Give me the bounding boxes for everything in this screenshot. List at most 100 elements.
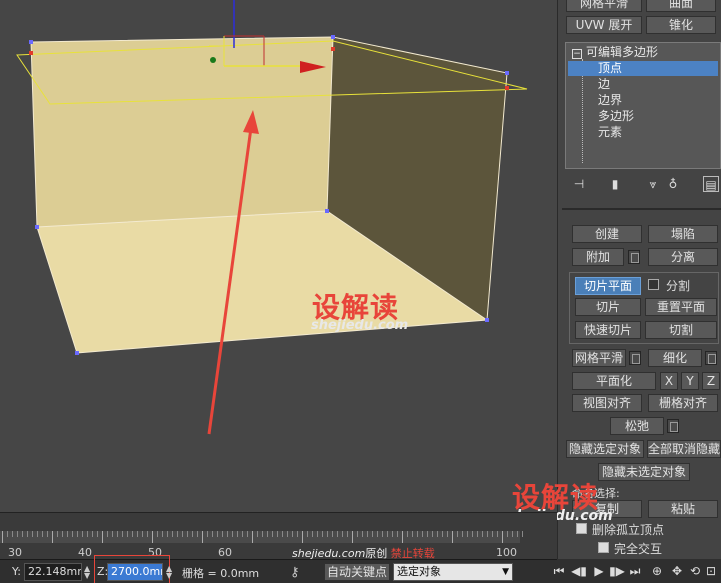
show-end-result-icon[interactable]: ▮ — [607, 176, 623, 192]
ruler-tick — [42, 531, 43, 537]
next-frame-icon[interactable]: ▮▶ — [609, 563, 625, 579]
ruler-tick — [442, 531, 443, 537]
uvw-unwrap-button[interactable]: UVW 展开 — [566, 16, 642, 34]
stack-item-element[interactable]: 元素 — [598, 125, 622, 140]
modifier-stack[interactable]: − 可编辑多边形 顶点 边 边界 多边形 元素 — [565, 42, 721, 169]
remove-modifier-icon[interactable]: ♁ — [665, 176, 681, 192]
tessellate-button[interactable]: 细化 — [648, 349, 702, 367]
paste-button[interactable]: 粘贴 — [648, 500, 718, 518]
detach-button[interactable]: 分离 — [648, 248, 718, 266]
orbit-icon[interactable]: ⟲ — [687, 563, 703, 579]
ruler-tick — [297, 531, 298, 537]
ruler-tick — [47, 531, 48, 537]
attach-settings-button[interactable] — [628, 250, 640, 264]
make-unique-icon[interactable]: ⩔ — [645, 176, 661, 192]
ruler-tick — [422, 531, 423, 537]
stack-item-border[interactable]: 边界 — [598, 93, 622, 108]
ruler-tick — [432, 531, 433, 537]
ruler-tick — [377, 531, 378, 537]
tessellate-settings-button[interactable] — [705, 351, 717, 365]
ruler-tick — [322, 531, 323, 537]
ruler-tick — [162, 531, 163, 537]
hide-selected-button[interactable]: 隐藏选定对象 — [566, 440, 644, 458]
ruler-tick — [127, 531, 128, 537]
taper-button[interactable]: 锥化 — [646, 16, 716, 34]
ruler-tick — [267, 531, 268, 537]
ruler-tick — [237, 531, 238, 537]
goto-end-icon[interactable]: ⏭ — [627, 563, 643, 579]
y-coord-field[interactable]: 22.148mm — [24, 563, 82, 581]
ruler-tick — [337, 531, 338, 537]
full-interact-checkbox[interactable] — [598, 542, 609, 553]
reset-plane-button[interactable]: 重置平面 — [645, 298, 717, 316]
surface-button[interactable]: 曲面 — [646, 0, 716, 12]
stack-root[interactable]: − 可编辑多边形 — [572, 45, 658, 60]
relax-button[interactable]: 松弛 — [610, 417, 664, 435]
ruler-tick — [102, 531, 103, 543]
stack-item-edge[interactable]: 边 — [598, 77, 610, 92]
planar-x-button[interactable]: X — [660, 372, 678, 390]
slice-button[interactable]: 切片 — [575, 298, 641, 316]
z-coord-field[interactable]: 2700.0mm — [107, 563, 163, 581]
ruler-tick — [307, 531, 308, 537]
planar-z-button[interactable]: Z — [702, 372, 720, 390]
stack-item-vertex[interactable]: 顶点 — [568, 61, 718, 76]
hide-unselected-button[interactable]: 隐藏未选定对象 — [598, 463, 690, 481]
ruler-tick — [97, 531, 98, 537]
ruler-tick — [242, 531, 243, 537]
shell-button[interactable]: 网格平滑 — [566, 0, 642, 12]
collapse-button[interactable]: 塌陷 — [648, 225, 718, 243]
zoom-icon[interactable]: ⊕ — [649, 563, 665, 579]
collapse-icon[interactable]: − — [572, 49, 582, 59]
attach-button[interactable]: 附加 — [572, 248, 624, 266]
ruler-tick — [522, 531, 523, 537]
play-icon[interactable]: ▶ — [591, 563, 607, 579]
ruler-tick — [62, 531, 63, 537]
make-planar-button[interactable]: 平面化 — [572, 372, 656, 390]
key-filter-select[interactable]: 选定对象 ▼ — [393, 563, 513, 581]
meshsmooth-button[interactable]: 网格平滑 — [572, 349, 626, 367]
view-align-button[interactable]: 视图对齐 — [572, 394, 642, 412]
ruler-tick — [262, 531, 263, 537]
configure-sets-icon[interactable]: ▤ — [703, 176, 719, 192]
prev-frame-icon[interactable]: ◀▮ — [571, 563, 587, 579]
y-spinner-icon[interactable]: ▲ ▼ — [84, 565, 90, 580]
ruler-tick — [172, 531, 173, 537]
ruler-tick — [397, 531, 398, 537]
key-icon[interactable]: ⚷ — [290, 565, 300, 580]
pin-stack-icon[interactable]: ⊣ — [571, 176, 587, 192]
maximize-viewport-icon[interactable]: ⊡ — [703, 563, 719, 579]
ruler-tick — [17, 531, 18, 537]
quickslice-button[interactable]: 快速切片 — [575, 321, 641, 339]
planar-y-button[interactable]: Y — [681, 372, 699, 390]
ruler-tick — [87, 531, 88, 537]
delete-isolated-checkbox[interactable] — [576, 523, 587, 534]
ruler-tick — [122, 531, 123, 537]
scene-canvas[interactable] — [0, 0, 557, 512]
ruler-tick — [467, 531, 468, 537]
meshsmooth-settings-button[interactable] — [629, 351, 641, 365]
perspective-viewport[interactable]: 设解读 shejiedu.com — [0, 0, 557, 512]
stack-item-polygon[interactable]: 多边形 — [598, 109, 634, 124]
cut-button[interactable]: 切割 — [645, 321, 717, 339]
auto-key-button[interactable]: 自动关键点 — [324, 563, 390, 581]
split-checkbox[interactable] — [648, 279, 659, 290]
ruler-tick — [82, 531, 83, 537]
ruler-tick — [227, 531, 228, 537]
relax-settings-button[interactable] — [667, 419, 679, 433]
create-button[interactable]: 创建 — [572, 225, 642, 243]
pan-icon[interactable]: ✥ — [669, 563, 685, 579]
full-interact-label: 完全交互 — [614, 542, 663, 556]
status-bar: Y: 22.148mm ▲▼ Z: 2700.0mm ▲▼ 栅格 = 0.0mm… — [0, 555, 557, 583]
ruler-tick — [507, 531, 508, 537]
goto-start-icon[interactable]: ⏮ — [551, 563, 567, 579]
grid-align-button[interactable]: 栅格对齐 — [648, 394, 718, 412]
ruler-tick — [137, 531, 138, 537]
timeline[interactable]: 30 40 50 60 100 shejiedu.com原创 禁止转载 — [0, 512, 557, 560]
unhide-all-button[interactable]: 全部取消隐藏 — [647, 440, 721, 458]
z-spinner-icon[interactable]: ▲ ▼ — [166, 565, 172, 580]
ruler-tick — [437, 531, 438, 537]
frame-ruler[interactable] — [0, 531, 523, 543]
slice-plane-button[interactable]: 切片平面 — [575, 277, 641, 295]
ruler-tick — [412, 531, 413, 537]
